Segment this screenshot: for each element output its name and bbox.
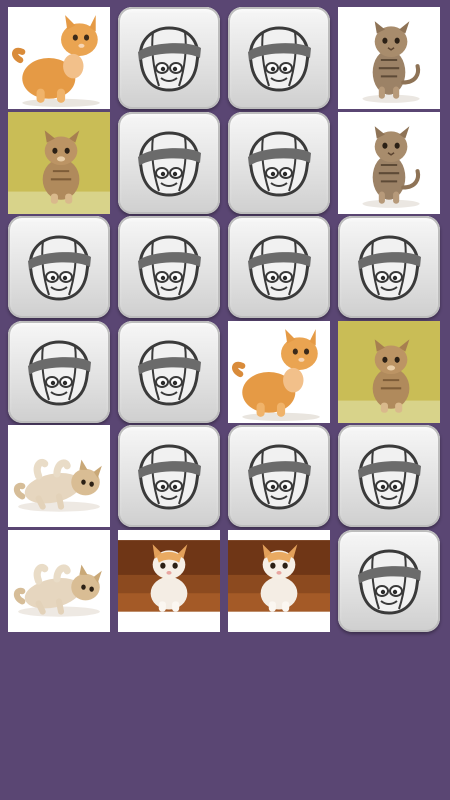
card-tile-face-down[interactable] xyxy=(228,112,330,214)
card-back-mascot-icon xyxy=(19,227,99,307)
card-tile-face-down[interactable] xyxy=(228,7,330,109)
card-tile-face-down[interactable] xyxy=(118,321,220,423)
kitten-orange-white-floor-icon xyxy=(228,530,330,632)
card-back-mascot-icon xyxy=(239,436,319,516)
card-back-mascot-icon xyxy=(239,227,319,307)
card-back-mascot-icon xyxy=(129,227,209,307)
card-back-mascot-icon xyxy=(349,227,429,307)
kitten-tabby-standing-icon xyxy=(338,112,440,214)
card-back-mascot-icon xyxy=(239,123,319,203)
card-back-mascot-icon xyxy=(129,332,209,412)
card-tile-face-up[interactable] xyxy=(338,112,440,214)
kitten-lying-playful-icon xyxy=(8,530,110,632)
card-back-mascot-icon xyxy=(129,123,209,203)
card-tile-face-up[interactable] xyxy=(8,7,110,109)
card-tile-face-up[interactable] xyxy=(338,7,440,109)
card-tile-face-up[interactable] xyxy=(228,321,330,423)
card-tile-face-down[interactable] xyxy=(118,425,220,527)
card-tile-face-down[interactable] xyxy=(228,425,330,527)
kitten-orange-sitting-icon xyxy=(8,7,110,109)
card-tile-face-up[interactable] xyxy=(338,321,440,423)
card-back-mascot-icon xyxy=(349,436,429,516)
card-tile-face-down[interactable] xyxy=(338,425,440,527)
card-tile-face-up[interactable] xyxy=(118,530,220,632)
kitten-lying-playful-icon xyxy=(8,425,110,527)
card-tile-face-up[interactable] xyxy=(8,425,110,527)
card-tile-face-down[interactable] xyxy=(338,216,440,318)
card-back-mascot-icon xyxy=(349,541,429,621)
card-tile-face-down[interactable] xyxy=(118,112,220,214)
card-tile-face-down[interactable] xyxy=(228,216,330,318)
card-tile-face-up[interactable] xyxy=(8,530,110,632)
card-tile-face-down[interactable] xyxy=(8,216,110,318)
kitten-orange-sitting-icon xyxy=(228,321,330,423)
kitten-orange-white-floor-icon xyxy=(118,530,220,632)
kitten-tabby-standing-icon xyxy=(338,7,440,109)
card-tile-face-down[interactable] xyxy=(338,530,440,632)
card-back-mascot-icon xyxy=(129,436,209,516)
card-tile-face-down[interactable] xyxy=(118,216,220,318)
card-tile-face-up[interactable] xyxy=(228,530,330,632)
kitten-tabby-yellow-bg-icon xyxy=(338,321,440,423)
card-tile-face-down[interactable] xyxy=(8,321,110,423)
card-back-mascot-icon xyxy=(129,18,209,98)
card-back-mascot-icon xyxy=(239,18,319,98)
kitten-tabby-yellow-bg-icon xyxy=(8,112,110,214)
memory-board xyxy=(8,7,442,633)
card-back-mascot-icon xyxy=(19,332,99,412)
card-tile-face-up[interactable] xyxy=(8,112,110,214)
card-tile-face-down[interactable] xyxy=(118,7,220,109)
